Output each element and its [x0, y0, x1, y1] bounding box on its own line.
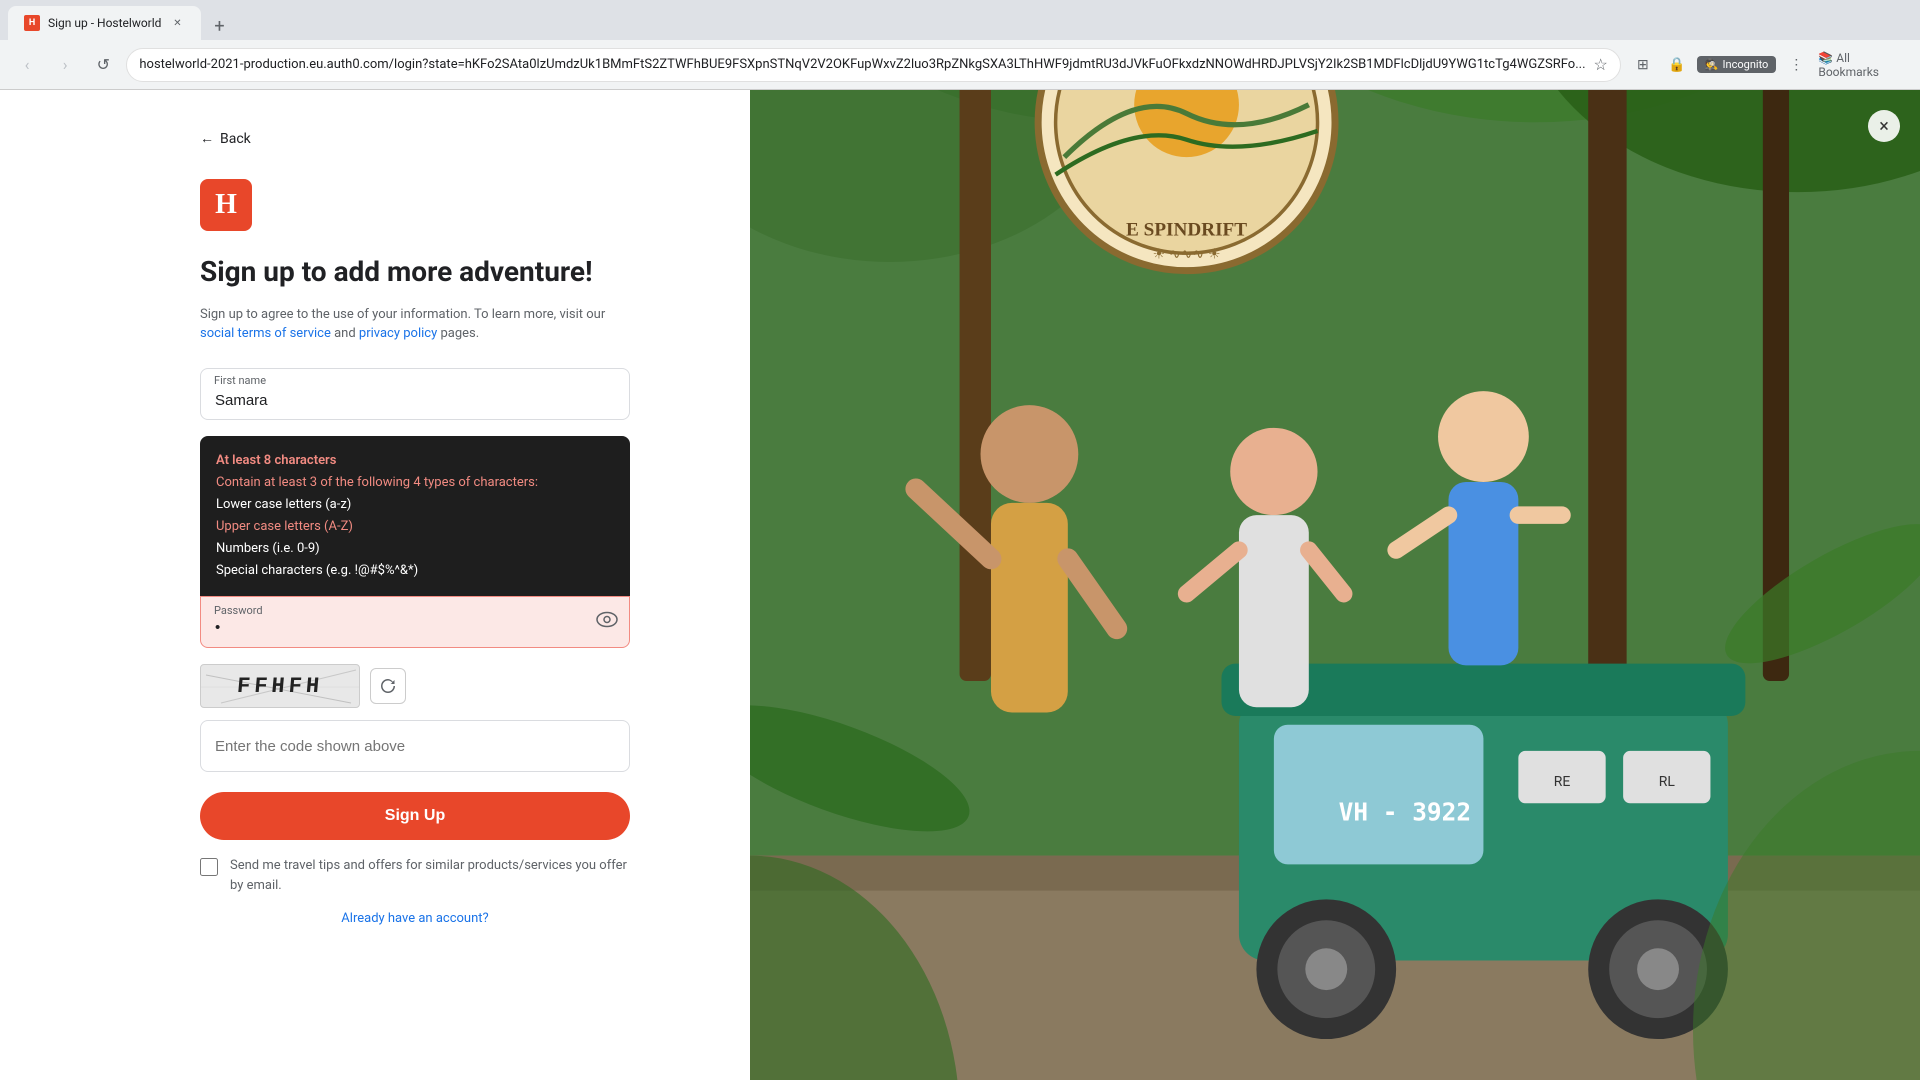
forward-nav-button[interactable]: ›: [50, 49, 80, 81]
page-content: × ← Back H Sign up to add more adventure…: [0, 90, 1920, 1080]
social-terms-link[interactable]: social terms of service: [200, 326, 331, 341]
incognito-label: Incognito: [1723, 58, 1769, 71]
active-tab[interactable]: H Sign up - Hostelworld ✕: [8, 6, 201, 40]
back-link[interactable]: ← Back: [200, 130, 251, 147]
req4: Special characters (e.g. !@#$%^&*): [216, 560, 614, 582]
svg-text:RE: RE: [1554, 774, 1571, 790]
first-name-input[interactable]: [200, 368, 630, 420]
marketing-checkbox-label: Send me travel tips and offers for simil…: [230, 856, 630, 895]
extension-icon-1[interactable]: ⊞: [1629, 51, 1657, 79]
page-heading: Sign up to add more adventure!: [200, 255, 630, 289]
back-label: Back: [220, 131, 251, 147]
back-nav-button[interactable]: ‹: [12, 49, 42, 81]
captcha-refresh-button[interactable]: [370, 668, 406, 704]
error-line2: Contain at least 3 of the following 4 ty…: [216, 472, 614, 494]
marketing-checkbox-row: Send me travel tips and offers for simil…: [200, 856, 630, 895]
extension-icon-2[interactable]: 🔒: [1663, 51, 1691, 79]
subtext-pre: Sign up to agree to the use of your info…: [200, 307, 605, 322]
incognito-badge: 🕵 Incognito: [1697, 56, 1777, 73]
subtext-post: pages.: [437, 326, 479, 341]
hostelworld-logo: H: [200, 179, 252, 231]
req3: Numbers (i.e. 0-9): [216, 538, 614, 560]
image-panel: E SPINDRIFT ☀ ∿∿∿ ☀ VH: [750, 90, 1920, 1080]
password-input[interactable]: [200, 596, 630, 648]
browser-toolbar: ‹ › ↺ hostelworld-2021-production.eu.aut…: [0, 40, 1920, 89]
password-toggle-icon[interactable]: [596, 612, 618, 633]
tab-title: Sign up - Hostelworld: [48, 16, 161, 30]
already-account-link[interactable]: Already have an account?: [341, 911, 488, 926]
req2: Upper case letters (A-Z): [216, 516, 614, 538]
browser-tabs: H Sign up - Hostelworld ✕ +: [0, 0, 1920, 40]
hostel-scene: E SPINDRIFT ☀ ∿∿∿ ☀ VH: [750, 90, 1920, 1080]
subtext-mid: and: [331, 326, 359, 341]
menu-button[interactable]: ⋮: [1782, 51, 1810, 79]
bookmark-star-icon[interactable]: ☆: [1594, 55, 1608, 74]
close-button[interactable]: ×: [1868, 110, 1900, 142]
address-bar[interactable]: hostelworld-2021-production.eu.auth0.com…: [126, 48, 1620, 82]
req1: Lower case letters (a-z): [216, 494, 614, 516]
form-panel: ← Back H Sign up to add more adventure! …: [0, 90, 750, 1080]
tab-favicon: H: [24, 15, 40, 31]
privacy-policy-link[interactable]: privacy policy: [359, 326, 437, 341]
first-name-group: First name: [200, 368, 630, 420]
incognito-icon: 🕵: [1705, 58, 1719, 71]
captcha-text: FFHFH: [236, 674, 324, 699]
signup-button[interactable]: Sign Up: [200, 792, 630, 840]
logo-letter: H: [215, 189, 237, 221]
extension-icons: ⊞ 🔒 🕵 Incognito ⋮: [1629, 51, 1811, 79]
error-line1: At least 8 characters: [216, 450, 614, 472]
marketing-checkbox[interactable]: [200, 858, 218, 876]
svg-text:VH - 3922: VH - 3922: [1339, 798, 1471, 827]
password-error-tooltip: At least 8 characters Contain at least 3…: [200, 436, 630, 597]
back-arrow-icon: ←: [200, 130, 214, 147]
address-text: hostelworld-2021-production.eu.auth0.com…: [139, 57, 1585, 72]
browser-chrome: H Sign up - Hostelworld ✕ + ‹ › ↺ hostel…: [0, 0, 1920, 90]
svg-text:E SPINDRIFT: E SPINDRIFT: [1126, 220, 1247, 241]
svg-text:☀ ∿∿∿ ☀: ☀ ∿∿∿ ☀: [1153, 245, 1221, 261]
captcha-code-input[interactable]: [200, 720, 630, 772]
captcha-image: FFHFH: [200, 664, 360, 708]
bookmarks-label: 📚 All Bookmarks: [1818, 51, 1908, 79]
reload-button[interactable]: ↺: [88, 49, 118, 81]
password-group: At least 8 characters Contain at least 3…: [200, 436, 630, 649]
subtext: Sign up to agree to the use of your info…: [200, 305, 630, 344]
already-account: Already have an account?: [200, 911, 630, 926]
new-tab-button[interactable]: +: [205, 12, 233, 40]
captcha-row: FFHFH: [200, 664, 630, 708]
code-input-group: [200, 720, 630, 772]
tab-close-button[interactable]: ✕: [169, 15, 185, 31]
password-wrapper: Password: [200, 596, 630, 648]
svg-text:RL: RL: [1659, 774, 1676, 790]
password-label: Password: [214, 604, 263, 617]
